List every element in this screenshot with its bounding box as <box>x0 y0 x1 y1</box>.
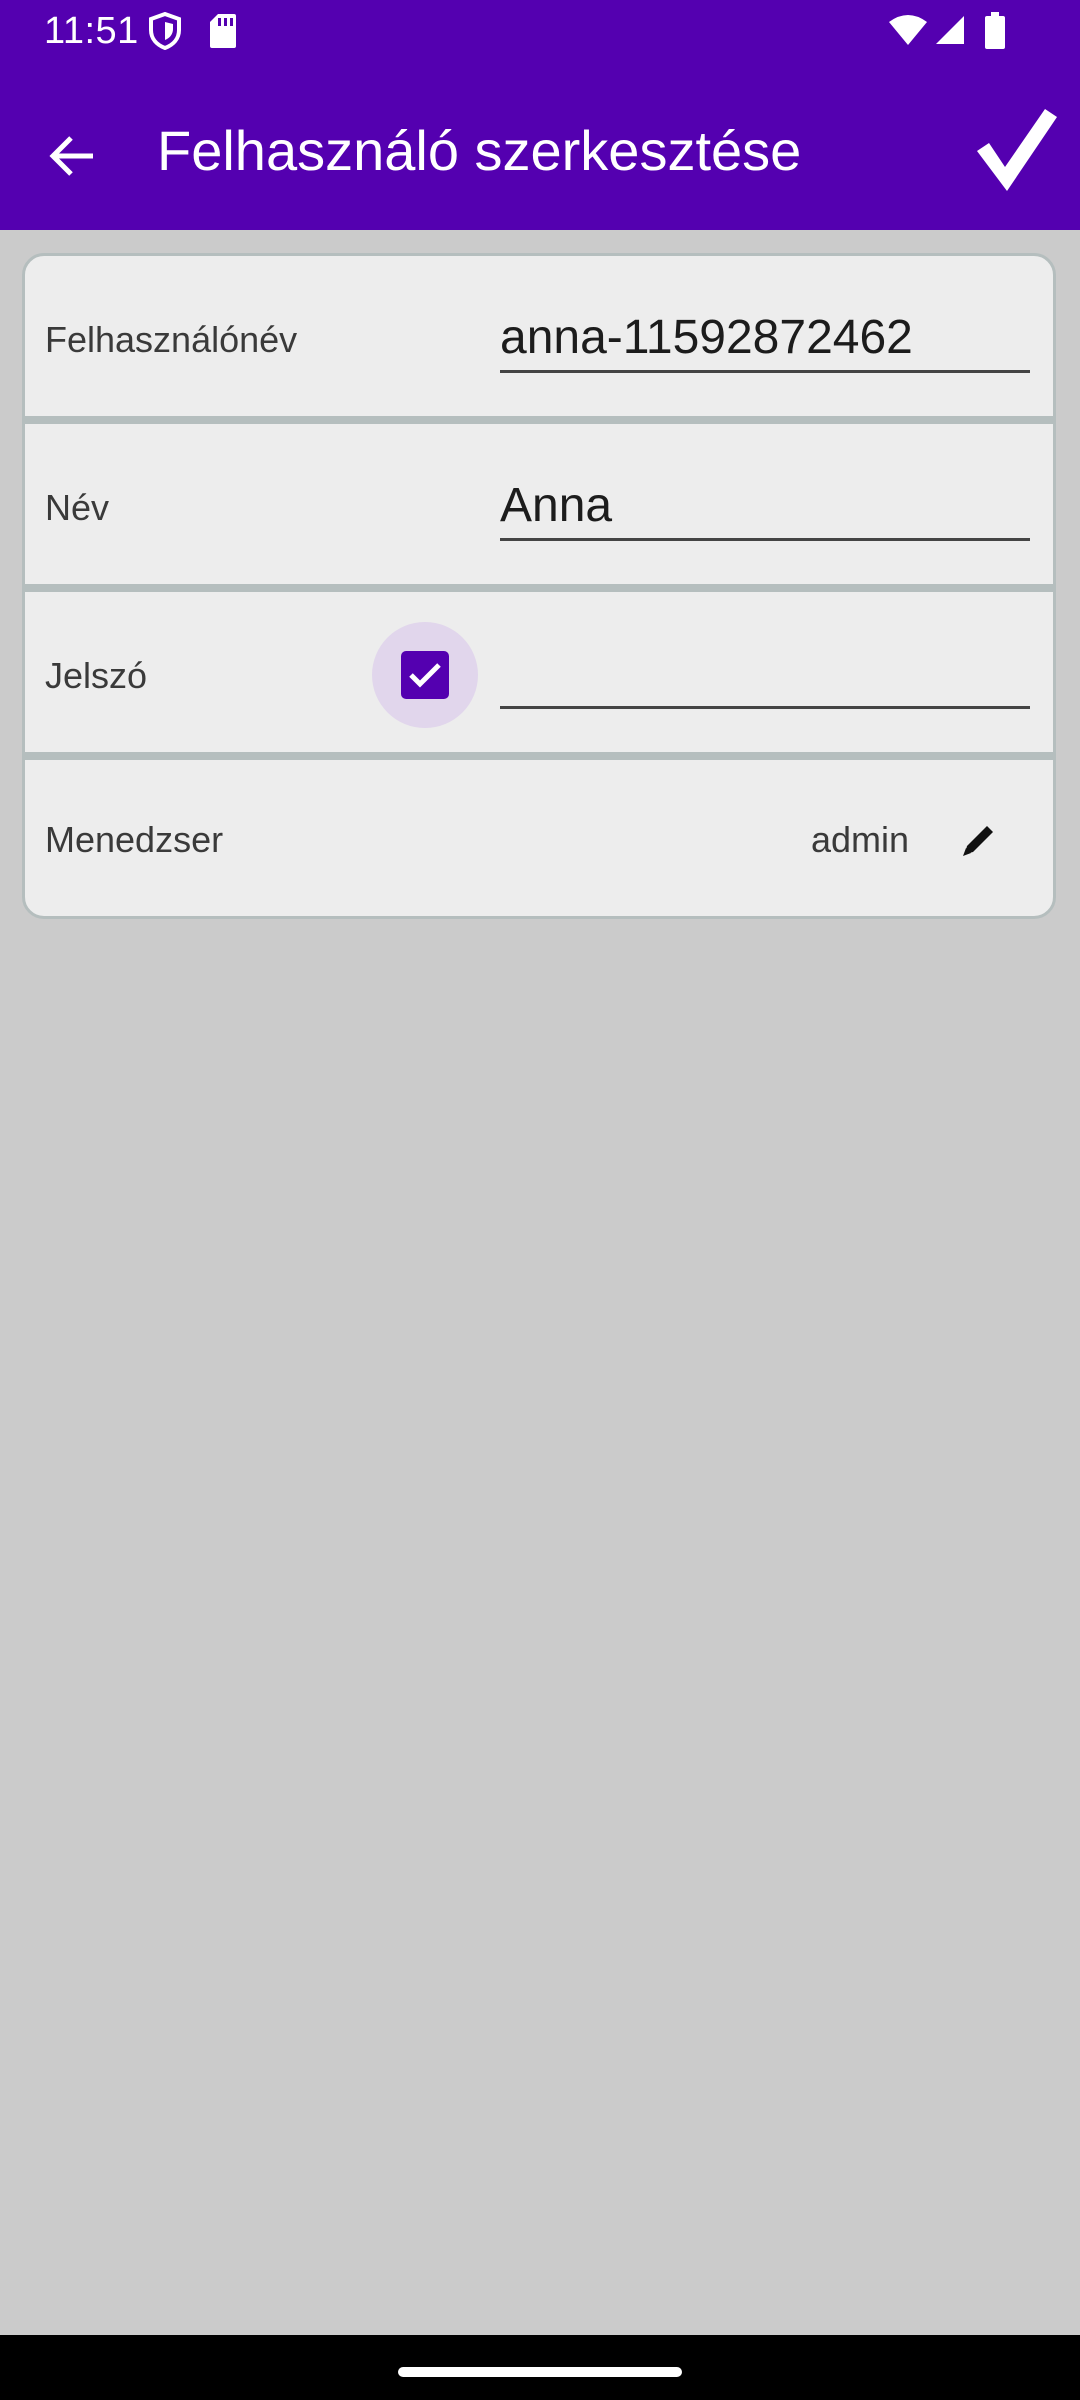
manager-label: Menedzser <box>45 819 224 860</box>
back-button[interactable] <box>30 114 114 198</box>
password-field[interactable] <box>500 646 1030 709</box>
checkbox-box <box>401 651 449 699</box>
battery-icon <box>984 12 1006 55</box>
checkmark-icon <box>977 109 1057 191</box>
screen: 11:51 Felhasználó szerkesztése Felhaszná… <box>0 0 1080 2400</box>
password-checkbox[interactable] <box>372 622 478 728</box>
signal-icon <box>934 14 966 51</box>
arrow-back-icon <box>49 136 93 176</box>
edit-manager-button[interactable] <box>947 808 1011 872</box>
home-gesture-handle[interactable] <box>398 2367 682 2377</box>
status-time: 11:51 <box>44 10 139 52</box>
page-title: Felhasználó szerkesztése <box>157 119 802 182</box>
username-label: Felhasználónév <box>45 319 298 360</box>
save-button[interactable] <box>966 100 1066 200</box>
username-field[interactable]: anna-11592872462 <box>500 310 1030 373</box>
sd-card-icon <box>208 12 238 55</box>
shield-icon <box>148 11 182 55</box>
divider <box>25 752 1053 760</box>
divider <box>25 416 1053 424</box>
username-row: Felhasználónév anna-11592872462 <box>25 256 1053 416</box>
password-label: Jelszó <box>45 655 148 696</box>
manager-value: admin <box>811 819 910 860</box>
name-field[interactable]: Anna <box>500 478 1030 541</box>
wifi-icon <box>888 14 928 51</box>
pencil-icon <box>963 826 993 856</box>
divider <box>25 584 1053 592</box>
name-row: Név Anna <box>25 424 1053 584</box>
app-bar: Felhasználó szerkesztése <box>0 62 1080 230</box>
password-row: Jelszó <box>25 592 1053 752</box>
status-bar: 11:51 <box>0 0 1080 62</box>
user-form-card: Felhasználónév anna-11592872462 Név Anna… <box>22 253 1056 919</box>
navigation-bar <box>0 2335 1080 2400</box>
manager-row: Menedzser admin <box>25 760 1053 916</box>
name-label: Név <box>45 487 110 528</box>
check-icon <box>409 663 441 688</box>
